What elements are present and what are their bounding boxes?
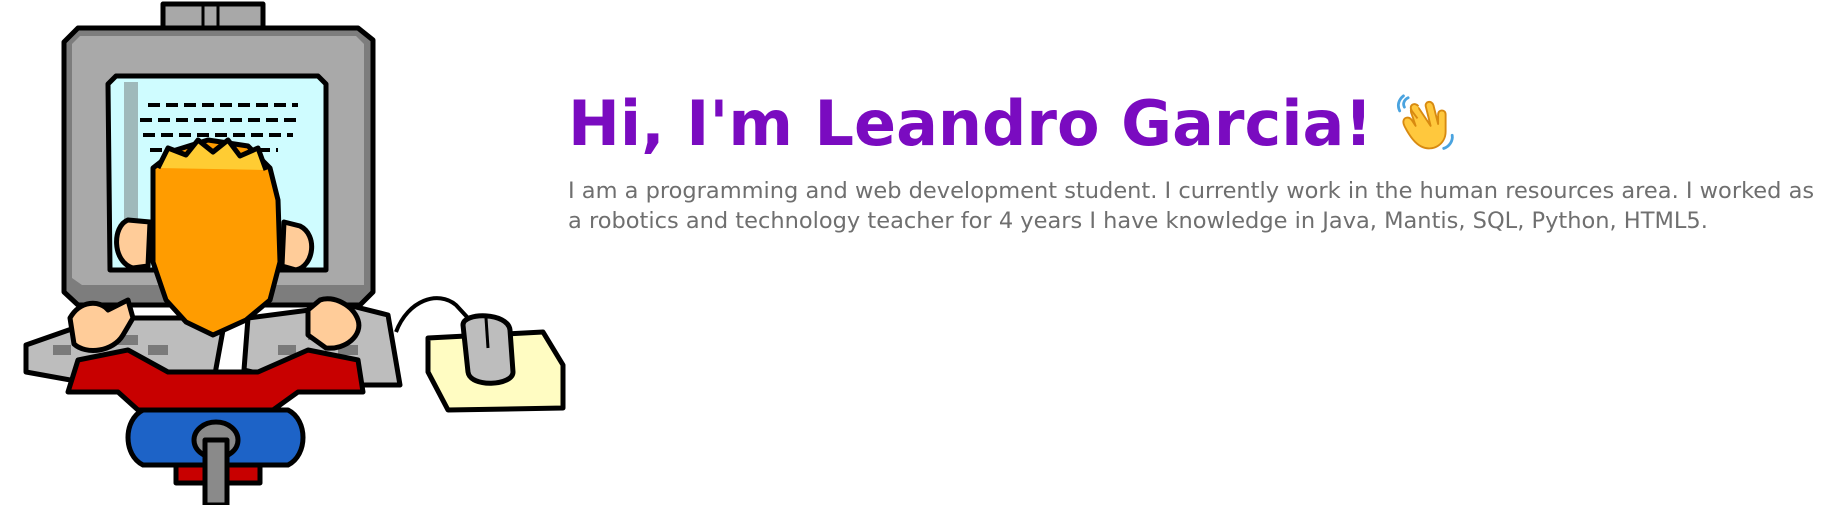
programmer-illustration (23, 1, 566, 505)
intro-text-block: Hi, I'm Leandro Garcia! I am a programmi… (568, 88, 1828, 236)
title-row: Hi, I'm Leandro Garcia! (568, 88, 1828, 160)
hero-section: Hi, I'm Leandro Garcia! I am a programmi… (0, 0, 1835, 505)
waving-hand-icon (1396, 94, 1454, 150)
intro-paragraph: I am a programming and web development s… (568, 178, 1815, 234)
page-title: Hi, I'm Leandro Garcia! (568, 87, 1373, 160)
